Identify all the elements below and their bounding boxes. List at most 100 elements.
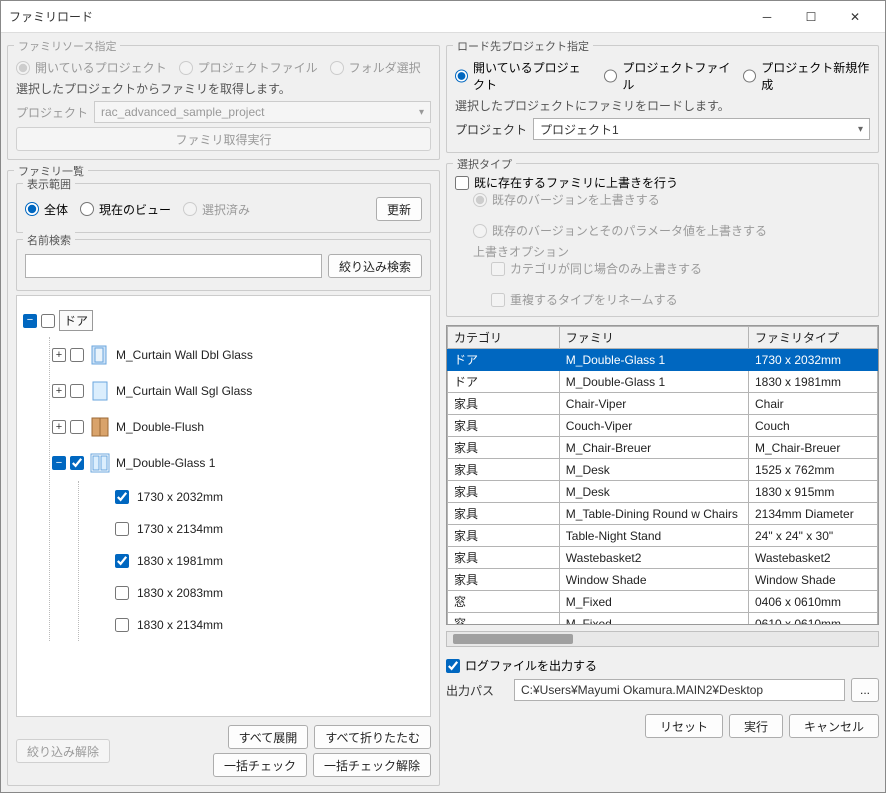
expand-icon[interactable]: + [52, 384, 66, 398]
tree-family-label[interactable]: M_Double-Flush [116, 420, 204, 434]
source-group-title: ファミリソース指定 [14, 38, 120, 54]
name-search-group: 名前検索 絞り込み検索 [16, 239, 431, 291]
titlebar: ファミリロード ─ ☐ ✕ [1, 1, 885, 33]
expand-icon[interactable]: + [52, 420, 66, 434]
overwrite-existing-check[interactable]: 既に存在するファミリに上書きを行う [455, 174, 870, 191]
tree-type-check[interactable] [115, 522, 129, 536]
tree-type-label[interactable]: 1730 x 2032mm [137, 490, 223, 504]
select-type-group: 選択タイプ 既に存在するファミリに上書きを行う 既存のバージョンを上書きする 既… [446, 163, 879, 317]
output-log-check[interactable]: ログファイルを出力する [446, 657, 879, 674]
minimize-button[interactable]: ─ [745, 3, 789, 31]
source-folder-radio: フォルダ選択 [330, 59, 421, 76]
tree-type-check[interactable] [115, 490, 129, 504]
source-open-project-radio: 開いているプロジェクト [16, 59, 167, 76]
tree-type-check[interactable] [115, 618, 129, 632]
table-row[interactable]: 家具Table-Night Stand24" x 24" x 30" [448, 525, 878, 547]
door-icon [88, 379, 112, 403]
family-list-group: ファミリ一覧 表示範囲 全体 現在のビュー 選択済み 更新 名前検索 [7, 170, 440, 786]
family-tree[interactable]: − ドア + M_Curtain Wall Dbl Glass [16, 295, 431, 717]
display-range-group: 表示範囲 全体 現在のビュー 選択済み 更新 [16, 183, 431, 233]
source-group: ファミリソース指定 開いているプロジェクト プロジェクトファイル フォルダ選択 … [7, 45, 440, 160]
collapse-icon[interactable]: − [23, 314, 37, 328]
tree-check[interactable] [70, 420, 84, 434]
refresh-button[interactable]: 更新 [376, 197, 422, 221]
selection-table[interactable]: カテゴリ ファミリ ファミリタイプ ドアM_Double-Glass 11730… [446, 325, 879, 625]
collapse-all-button[interactable]: すべて折りたたむ [314, 725, 431, 749]
tree-type-label[interactable]: 1730 x 2134mm [137, 522, 223, 536]
table-row[interactable]: 家具Couch-ViperCouch [448, 415, 878, 437]
overwrite-options-title: 上書きオプション [473, 243, 870, 260]
check-all-button[interactable]: 一括チェック [213, 753, 307, 777]
fetch-families-button: ファミリ取得実行 [16, 127, 431, 151]
expand-icon[interactable]: + [52, 348, 66, 362]
table-row[interactable]: ドアM_Double-Glass 11830 x 1981mm [448, 371, 878, 393]
door-icon [88, 451, 112, 475]
source-desc: 選択したプロジェクトからファミリを取得します。 [16, 80, 431, 97]
tree-type-label[interactable]: 1830 x 2083mm [137, 586, 223, 600]
tree-type-label[interactable]: 1830 x 2134mm [137, 618, 223, 632]
tree-type-check[interactable] [115, 554, 129, 568]
tree-root-check[interactable] [41, 314, 55, 328]
table-row[interactable]: 窓M_Fixed0406 x 0610mm [448, 591, 878, 613]
cancel-button[interactable]: キャンセル [789, 714, 879, 738]
overwrite-version-radio: 既存のバージョンを上書きする [473, 191, 870, 208]
collapse-icon[interactable]: − [52, 456, 66, 470]
table-row[interactable]: 家具M_Table-Dining Round w Chairs2134mm Di… [448, 503, 878, 525]
table-row[interactable]: 家具M_Desk1830 x 915mm [448, 481, 878, 503]
expand-all-button[interactable]: すべて展開 [228, 725, 309, 749]
name-search-input[interactable] [25, 254, 322, 278]
clear-filter-button: 絞り込み解除 [16, 739, 110, 763]
dest-project-combo[interactable]: プロジェクト1▾ [533, 118, 870, 140]
dest-project-label: プロジェクト [455, 121, 527, 138]
col-family[interactable]: ファミリ [559, 327, 748, 349]
dest-open-project-radio[interactable]: 開いているプロジェクト [455, 59, 592, 93]
maximize-button[interactable]: ☐ [789, 3, 833, 31]
chevron-down-icon: ▾ [419, 107, 424, 118]
source-project-combo: rac_advanced_sample_project▾ [94, 101, 431, 123]
table-row[interactable]: 家具M_Chair-BreuerM_Chair-Breuer [448, 437, 878, 459]
browse-button[interactable]: ... [851, 678, 879, 702]
door-icon [88, 415, 112, 439]
tree-type-label[interactable]: 1830 x 1981mm [137, 554, 223, 568]
col-category[interactable]: カテゴリ [448, 327, 560, 349]
window-title: ファミリロード [9, 8, 745, 25]
name-search-title: 名前検索 [23, 232, 75, 248]
tree-root-label[interactable]: ドア [59, 310, 93, 331]
tree-family-label[interactable]: M_Double-Glass 1 [116, 456, 215, 470]
table-row[interactable]: 家具Wastebasket2Wastebasket2 [448, 547, 878, 569]
table-row[interactable]: 窓M_Fixed0610 x 0610mm [448, 613, 878, 626]
close-button[interactable]: ✕ [833, 3, 877, 31]
run-button[interactable]: 実行 [729, 714, 783, 738]
horizontal-scrollbar[interactable] [446, 631, 879, 647]
source-project-label: プロジェクト [16, 104, 88, 121]
filter-search-button[interactable]: 絞り込み検索 [328, 254, 422, 278]
table-row[interactable]: 家具Chair-ViperChair [448, 393, 878, 415]
uncheck-all-button[interactable]: 一括チェック解除 [313, 753, 431, 777]
chevron-down-icon: ▾ [858, 124, 863, 135]
dest-project-file-radio[interactable]: プロジェクトファイル [604, 59, 731, 93]
overwrite-version-param-radio: 既存のバージョンとそのパラメータ値を上書きする [473, 222, 870, 239]
dest-group: ロード先プロジェクト指定 開いているプロジェクト プロジェクトファイル プロジェ… [446, 45, 879, 153]
dest-group-title: ロード先プロジェクト指定 [453, 38, 593, 54]
reset-button[interactable]: リセット [645, 714, 723, 738]
tree-check[interactable] [70, 348, 84, 362]
display-range-title: 表示範囲 [23, 176, 75, 192]
tree-family-label[interactable]: M_Curtain Wall Sgl Glass [116, 384, 252, 398]
output-path-input[interactable]: C:¥Users¥Mayumi Okamura.MAIN2¥Desktop [514, 679, 845, 701]
tree-check[interactable] [70, 384, 84, 398]
tree-family-label[interactable]: M_Curtain Wall Dbl Glass [116, 348, 253, 362]
tree-check[interactable] [70, 456, 84, 470]
same-category-check: カテゴリが同じ場合のみ上書きする [491, 260, 870, 277]
source-project-file-radio: プロジェクトファイル [179, 59, 318, 76]
col-type[interactable]: ファミリタイプ [748, 327, 877, 349]
dest-new-project-radio[interactable]: プロジェクト新規作成 [743, 59, 870, 93]
table-row[interactable]: 家具M_Desk1525 x 762mm [448, 459, 878, 481]
select-type-title: 選択タイプ [453, 156, 516, 172]
range-all-radio[interactable]: 全体 [25, 201, 68, 218]
door-icon [88, 343, 112, 367]
rename-duplicate-check: 重複するタイプをリネームする [491, 291, 870, 308]
tree-type-check[interactable] [115, 586, 129, 600]
table-row[interactable]: 家具Window ShadeWindow Shade [448, 569, 878, 591]
range-view-radio[interactable]: 現在のビュー [80, 201, 171, 218]
table-row[interactable]: ドアM_Double-Glass 11730 x 2032mm [448, 349, 878, 371]
